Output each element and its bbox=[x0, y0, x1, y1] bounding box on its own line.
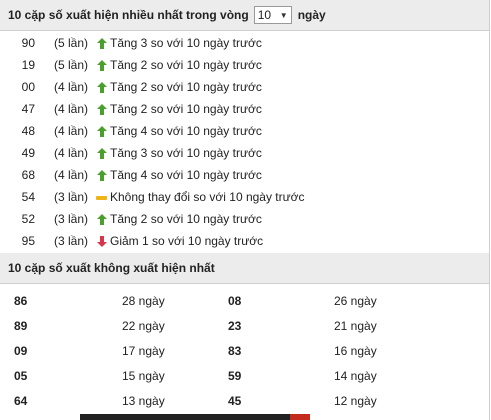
absent-days: 26 ngày bbox=[334, 293, 377, 308]
bottom-banner-strip bbox=[80, 414, 310, 420]
bottom-section-title: 10 cặp số xuất không xuất hiện nhất bbox=[8, 261, 215, 275]
trend-text: Tăng 2 so với 10 ngày trước bbox=[110, 102, 262, 116]
pair-number: 52 bbox=[21, 212, 35, 226]
green-up-arrow-icon bbox=[94, 169, 109, 181]
absent-pair-number: 86 bbox=[14, 293, 28, 308]
absent-pair-number: 59 bbox=[228, 368, 242, 383]
pair-number: 47 bbox=[21, 102, 35, 116]
absent-pair-row: 05 15 ngày 59 14 ngày bbox=[0, 363, 489, 388]
frequent-pair-row: 47 (4 lần) Tăng 2 so với 10 ngày trước bbox=[0, 98, 489, 120]
trend-text: Giảm 1 so với 10 ngày trước bbox=[110, 234, 264, 248]
frequent-pair-row: 90 (5 lần) Tăng 3 so với 10 ngày trước bbox=[0, 32, 489, 54]
absent-pair-number: 89 bbox=[14, 318, 28, 333]
days-select-value: 10 bbox=[257, 8, 272, 22]
frequent-pairs-list: 90 (5 lần) Tăng 3 so với 10 ngày trước 19 (5… bbox=[0, 31, 489, 252]
pair-count: (4 lần) bbox=[53, 124, 88, 138]
pair-number: 00 bbox=[21, 80, 35, 94]
trend-text: Tăng 4 so với 10 ngày trước bbox=[110, 168, 262, 182]
green-up-arrow-icon bbox=[94, 213, 109, 225]
green-up-arrow-icon bbox=[94, 59, 109, 71]
absent-days: 12 ngày bbox=[334, 393, 377, 408]
pair-count: (5 lần) bbox=[53, 36, 88, 50]
top-section-title-suffix: ngày bbox=[297, 8, 326, 22]
trend-text: Tăng 2 so với 10 ngày trước bbox=[110, 58, 262, 72]
absent-pair-number: 05 bbox=[14, 368, 28, 383]
frequent-pair-row: 19 (5 lần) Tăng 2 so với 10 ngày trước bbox=[0, 54, 489, 76]
green-up-arrow-icon bbox=[94, 81, 109, 93]
pair-count: (4 lần) bbox=[53, 80, 88, 94]
banner-red-segment bbox=[290, 414, 310, 420]
frequent-pair-row: 00 (4 lần) Tăng 2 so với 10 ngày trước bbox=[0, 76, 489, 98]
absent-pair-row: 89 22 ngày 23 21 ngày bbox=[0, 313, 489, 338]
absent-days: 17 ngày bbox=[122, 343, 165, 358]
frequent-pair-row: 52 (3 lần) Tăng 2 so với 10 ngày trước bbox=[0, 208, 489, 230]
trend-text: Tăng 3 so với 10 ngày trước bbox=[110, 146, 262, 160]
absent-pair-number: 09 bbox=[14, 343, 28, 358]
frequent-pair-row: 49 (4 lần) Tăng 3 so với 10 ngày trước bbox=[0, 142, 489, 164]
trend-text: Không thay đổi so với 10 ngày trước bbox=[110, 190, 305, 204]
days-select[interactable]: 10 ▼ bbox=[253, 6, 292, 24]
absent-pair-number: 64 bbox=[14, 393, 28, 408]
frequent-pair-row: 54 (3 lần) Không thay đổi so với 10 ngày t… bbox=[0, 186, 489, 208]
pair-number: 95 bbox=[21, 234, 35, 248]
green-up-arrow-icon bbox=[94, 147, 109, 159]
bottom-section-header: 10 cặp số xuất không xuất hiện nhất bbox=[0, 253, 489, 284]
frequent-pair-row: 68 (4 lần) Tăng 4 so với 10 ngày trước bbox=[0, 164, 489, 186]
absent-pair-number: 08 bbox=[228, 293, 242, 308]
absent-days: 13 ngày bbox=[122, 393, 165, 408]
stats-panel: 10 cặp số xuất hiện nhiều nhất trong vòn… bbox=[0, 0, 490, 420]
trend-text: Tăng 3 so với 10 ngày trước bbox=[110, 36, 262, 50]
absent-days: 28 ngày bbox=[122, 293, 165, 308]
trend-text: Tăng 2 so với 10 ngày trước bbox=[110, 80, 262, 94]
pair-count: (3 lần) bbox=[53, 234, 88, 248]
frequent-pair-row: 95 (3 lần) Giảm 1 so với 10 ngày trước bbox=[0, 230, 489, 252]
pair-number: 49 bbox=[21, 146, 35, 160]
absent-pair-number: 45 bbox=[228, 393, 242, 408]
frequent-pair-row: 48 (4 lần) Tăng 4 so với 10 ngày trước bbox=[0, 120, 489, 142]
pair-number: 54 bbox=[21, 190, 35, 204]
yellow-flat-bar-icon bbox=[94, 195, 109, 200]
absent-days: 16 ngày bbox=[334, 343, 377, 358]
green-up-arrow-icon bbox=[94, 125, 109, 137]
dropdown-caret-icon: ▼ bbox=[279, 10, 288, 20]
pair-count: (5 lần) bbox=[53, 58, 88, 72]
pair-count: (4 lần) bbox=[53, 102, 88, 116]
green-up-arrow-icon bbox=[94, 37, 109, 49]
trend-text: Tăng 2 so với 10 ngày trước bbox=[110, 212, 262, 226]
pair-number: 19 bbox=[21, 58, 35, 72]
absent-days: 22 ngày bbox=[122, 318, 165, 333]
pair-number: 48 bbox=[21, 124, 35, 138]
absent-pair-number: 83 bbox=[228, 343, 242, 358]
green-up-arrow-icon bbox=[94, 103, 109, 115]
pair-number: 68 bbox=[21, 168, 35, 182]
absent-pair-number: 23 bbox=[228, 318, 242, 333]
absent-pair-row: 86 28 ngày 08 26 ngày bbox=[0, 288, 489, 313]
trend-text: Tăng 4 so với 10 ngày trước bbox=[110, 124, 262, 138]
absent-days: 15 ngày bbox=[122, 368, 165, 383]
top-section-title: 10 cặp số xuất hiện nhiều nhất trong vòn… bbox=[8, 8, 249, 22]
pair-number: 90 bbox=[21, 36, 35, 50]
pair-count: (3 lần) bbox=[53, 212, 88, 226]
top-section-header: 10 cặp số xuất hiện nhiều nhất trong vòn… bbox=[0, 0, 489, 31]
red-down-arrow-icon bbox=[94, 235, 109, 247]
absent-pair-row: 64 13 ngày 45 12 ngày bbox=[0, 388, 489, 413]
absent-pairs-grid: 86 28 ngày 08 26 ngày 89 22 ngày 23 21 ngày 09 17… bbox=[0, 284, 489, 413]
pair-count: (3 lần) bbox=[53, 190, 88, 204]
pair-count: (4 lần) bbox=[53, 168, 88, 182]
absent-days: 21 ngày bbox=[334, 318, 377, 333]
absent-pair-row: 09 17 ngày 83 16 ngày bbox=[0, 338, 489, 363]
absent-days: 14 ngày bbox=[334, 368, 377, 383]
pair-count: (4 lần) bbox=[53, 146, 88, 160]
